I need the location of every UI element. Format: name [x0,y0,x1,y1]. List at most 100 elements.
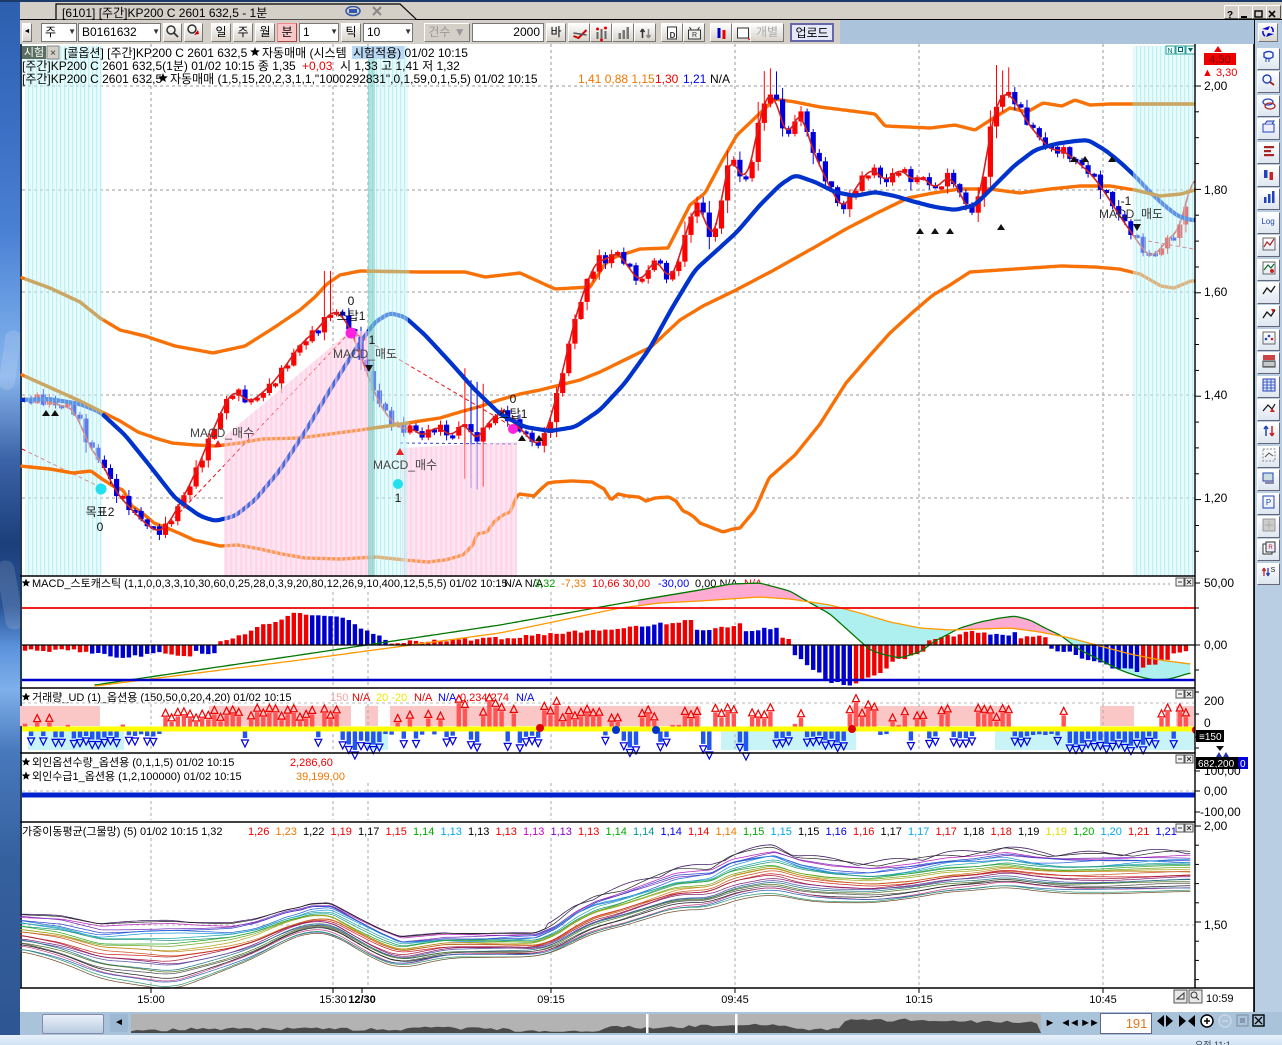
svg-text:목표2: 목표2 [86,505,115,519]
svg-text:4,50: 4,50 [1209,54,1230,66]
svg-text:1,14: 1,14 [633,826,654,838]
svg-text:09:15: 09:15 [537,994,565,1006]
svg-text:-7,33: -7,33 [561,578,586,590]
svg-text:R: R [691,32,696,39]
svg-text:시 1,33 고 1,41 저 1,32: 시 1,33 고 1,41 저 1,32 [340,59,460,73]
svg-text:100,00: 100,00 [1204,764,1241,778]
svg-text:1,41 0,88 1,15: 1,41 0,88 1,15 [578,72,655,86]
svg-text:1,15: 1,15 [771,826,792,838]
svg-text:?: ? [1227,10,1233,19]
svg-text:0,00: 0,00 [1204,784,1228,798]
svg-text:1,14: 1,14 [688,826,709,838]
svg-text:N/A: N/A [516,692,535,704]
svg-text:외인수급1_옵션용 (1,2,100000) 01/02: 외인수급1_옵션용 (1,2,100000) 01/02 10:15 [32,770,242,783]
svg-text:1: 1 [395,491,402,505]
svg-text:S: S [1270,567,1275,574]
svg-text:1,16: 1,16 [826,826,847,838]
svg-text:0: 0 [97,520,104,534]
svg-text:50,00: 50,00 [1204,576,1234,590]
svg-text:자동매매 (1,5,15,20,2,3,1,1,"1000: 자동매매 (1,5,15,20,2,3,1,1,"1000292831",0,1… [170,72,538,86]
svg-text:1,17: 1,17 [908,826,929,838]
svg-text:1,19: 1,19 [331,826,352,838]
svg-text:N: N [1167,48,1172,55]
svg-text:1,22: 1,22 [303,826,324,838]
svg-text:09:45: 09:45 [721,994,749,1006]
svg-text:1,16: 1,16 [853,826,874,838]
svg-text:1,13: 1,13 [468,826,489,838]
svg-text:Log: Log [1261,217,1274,226]
svg-text:스탑1: 스탑1 [337,309,366,323]
svg-text:1,30: 1,30 [655,72,679,86]
svg-text:1,14: 1,14 [606,826,627,838]
svg-text:1,21: 1,21 [683,72,707,86]
svg-text:10:15: 10:15 [905,994,933,1006]
svg-text:10,66 30,00: 10,66 30,00 [592,578,650,590]
svg-text:자동매매 (시스템: 자동매매 (시스템 [262,46,347,60]
svg-text:20 -20: 20 -20 [376,692,407,704]
svg-text:1,15: 1,15 [386,826,407,838]
svg-text:1,21: 1,21 [1156,826,1177,838]
svg-text:1,15: 1,15 [743,826,764,838]
svg-text:[주간]KP200 C 2601 632,5: [주간]KP200 C 2601 632,5 [22,72,162,86]
svg-text:D: D [669,31,675,40]
svg-text:MACD_매도: MACD_매도 [1099,207,1163,221]
svg-text:×: × [50,48,56,59]
svg-text:1,13: 1,13 [523,826,544,838]
svg-text:1,50: 1,50 [1204,918,1228,932]
svg-text:15:00: 15:00 [137,994,165,1006]
svg-text:0: 0 [1204,716,1211,730]
svg-text:1,19: 1,19 [1018,826,1039,838]
svg-text:▲ 3,30: ▲ 3,30 [1202,67,1237,79]
svg-text:1,18: 1,18 [963,826,984,838]
svg-text:1,14: 1,14 [716,826,737,838]
svg-text:2,00: 2,00 [1204,79,1228,93]
svg-text:15:30: 15:30 [319,994,347,1006]
svg-text:0: 0 [510,392,517,406]
svg-text:거래량_UD (1)_옵션용 (150,50,0,20,: 거래량_UD (1)_옵션용 (150,50,0,20,4,20) 01/02 … [32,691,291,704]
svg-text:1,13: 1,13 [441,826,462,838]
svg-text:1,17: 1,17 [358,826,379,838]
svg-text:1,17: 1,17 [936,826,957,838]
svg-text:≡150: ≡150 [1199,732,1222,743]
svg-text:MACD_매도: MACD_매도 [333,347,397,361]
svg-text:1,14: 1,14 [661,826,682,838]
svg-text:1,19: 1,19 [1046,826,1067,838]
svg-text:-100,00: -100,00 [1200,805,1241,819]
svg-text:MACD_매수: MACD_매수 [373,458,437,472]
svg-text:시험: 시험 [24,46,44,59]
svg-text:1,80: 1,80 [1204,183,1228,197]
svg-text:R: R [1268,545,1273,551]
svg-text:외인옵션수량_옵션용 (0,1,1,5) 01/02 1: 외인옵션수량_옵션용 (0,1,1,5) 01/02 10:15 [32,756,234,769]
svg-text:N/A: N/A [438,692,457,704]
svg-text:N/A: N/A [414,692,433,704]
svg-text:1,15: 1,15 [798,826,819,838]
svg-text:시험적용) 01/02 10:15: 시험적용) 01/02 10:15 [353,46,468,60]
svg-text:-1: -1 [1121,194,1132,208]
svg-text:1,60: 1,60 [1204,285,1228,299]
svg-text:1,23: 1,23 [276,826,297,838]
svg-text:1,20: 1,20 [1073,826,1094,838]
svg-text:10:45: 10:45 [1089,994,1117,1006]
svg-text:200: 200 [1204,694,1224,708]
svg-text:1,14: 1,14 [413,826,434,838]
svg-text:0: 0 [348,294,355,308]
svg-text:1,40: 1,40 [1204,388,1228,402]
svg-text:1,17: 1,17 [881,826,902,838]
svg-text:1: 1 [369,333,376,347]
svg-text:1,13: 1,13 [578,826,599,838]
svg-text:2,00: 2,00 [1204,819,1228,833]
svg-text:[주간]KP200 C 2601 632,5(1분) 01/: [주간]KP200 C 2601 632,5(1분) 01/02 10:15 종… [22,59,296,73]
svg-text:39,199,00: 39,199,00 [296,771,345,783]
svg-text:MACD_스토캐스틱 (1,1,0,0,3,3,10,3: MACD_스토캐스틱 (1,1,0,0,3,3,10,30,60,0,25,28… [32,577,508,590]
svg-text:1,20: 1,20 [1101,826,1122,838]
svg-text:12/30: 12/30 [348,994,376,1006]
svg-text:1,20: 1,20 [1204,491,1228,505]
svg-text:1,13: 1,13 [551,826,572,838]
svg-text:스탑1: 스탑1 [499,407,528,421]
svg-text:10:59: 10:59 [1206,993,1234,1005]
svg-text:가중이동평균(그물망) (5) 01/02 10:15: 가중이동평균(그물망) (5) 01/02 10:15 1,32 [22,825,223,838]
svg-text:+0,03: +0,03 [302,59,333,73]
svg-text:2,286,60: 2,286,60 [290,757,333,769]
svg-text:1,21: 1,21 [1128,826,1149,838]
svg-text:3,32: 3,32 [534,578,555,590]
